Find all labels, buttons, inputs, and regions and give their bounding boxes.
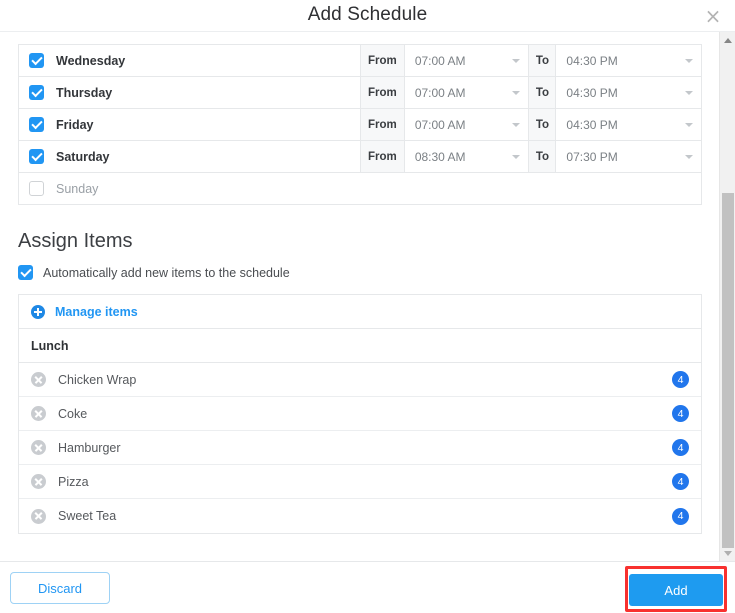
add-schedule-modal: Add Schedule × Wednesday From 07:00 AM T…	[0, 0, 735, 613]
table-row[interactable]: Saturday From 08:30 AM To 07:30 PM	[19, 141, 701, 173]
to-label: To	[528, 109, 557, 140]
to-time-select[interactable]: 07:30 PM	[556, 141, 701, 172]
day-checkbox-thursday[interactable]	[29, 85, 44, 100]
to-time-value: 07:30 PM	[566, 149, 618, 164]
list-item[interactable]: Chicken Wrap 4	[19, 363, 701, 397]
day-name-cell: Saturday	[19, 141, 360, 172]
day-label: Wednesday	[56, 53, 126, 68]
from-label: From	[359, 109, 405, 140]
chevron-down-icon	[685, 154, 693, 159]
from-time-value: 08:30 AM	[414, 149, 466, 164]
auto-add-checkbox[interactable]	[18, 265, 33, 280]
list-item[interactable]: Hamburger 4	[19, 431, 701, 465]
auto-add-label: Automatically add new items to the sched…	[43, 265, 290, 280]
item-quantity-badge[interactable]: 4	[672, 371, 689, 388]
from-time-value: 07:00 AM	[414, 117, 466, 132]
item-name: Hamburger	[58, 440, 121, 455]
assign-items-table: Manage items Lunch Chicken Wrap 4 Coke 4…	[18, 294, 702, 534]
vertical-scrollbar[interactable]	[719, 32, 735, 561]
table-row[interactable]: Wednesday From 07:00 AM To 04:30 PM	[19, 45, 701, 77]
item-name: Pizza	[58, 474, 89, 489]
empty-time-cells	[361, 173, 701, 204]
chevron-down-icon	[512, 90, 521, 95]
day-label: Thursday	[56, 85, 113, 100]
from-time-value: 07:00 AM	[414, 85, 466, 100]
chevron-down-icon	[512, 154, 521, 159]
from-time-select[interactable]: 07:00 AM	[405, 77, 529, 108]
item-name: Sweet Tea	[58, 509, 117, 523]
item-name: Chicken Wrap	[58, 372, 137, 387]
table-row[interactable]: Friday From 07:00 AM To 04:30 PM	[19, 109, 701, 141]
to-time-value: 04:30 PM	[566, 53, 618, 68]
remove-item-icon[interactable]	[31, 406, 46, 421]
from-label: From	[359, 45, 405, 76]
from-label: From	[359, 141, 405, 172]
list-item[interactable]: Sweet Tea 4	[19, 499, 701, 533]
page-title: Add Schedule	[307, 4, 428, 25]
chevron-down-icon	[512, 58, 521, 63]
plus-circle-icon	[31, 304, 45, 319]
item-quantity-badge[interactable]: 4	[672, 473, 689, 490]
item-name: Coke	[58, 406, 88, 421]
day-checkbox-friday[interactable]	[29, 117, 44, 132]
day-name-cell: Friday	[19, 109, 360, 140]
list-item[interactable]: Pizza 4	[19, 465, 701, 499]
table-row[interactable]: Thursday From 07:00 AM To 04:30 PM	[19, 77, 701, 109]
day-checkbox-wednesday[interactable]	[29, 53, 44, 68]
chevron-down-icon	[685, 90, 693, 95]
item-quantity-badge[interactable]: 4	[672, 439, 689, 456]
chevron-down-icon	[685, 58, 693, 63]
schedule-days-table: Wednesday From 07:00 AM To 04:30 PM Thur…	[18, 44, 702, 205]
modal-body: Wednesday From 07:00 AM To 04:30 PM Thur…	[0, 32, 735, 561]
add-button[interactable]: Add	[629, 574, 723, 606]
remove-item-icon[interactable]	[31, 440, 46, 455]
remove-item-icon[interactable]	[31, 508, 46, 524]
chevron-down-icon	[512, 122, 521, 127]
from-time-value: 07:00 AM	[414, 53, 466, 68]
to-time-value: 04:30 PM	[566, 85, 618, 100]
close-icon[interactable]: ×	[701, 4, 725, 28]
table-row[interactable]: Sunday	[19, 173, 701, 205]
to-time-value: 04:30 PM	[566, 117, 618, 132]
manage-items-button[interactable]: Manage items	[19, 295, 701, 329]
remove-item-icon[interactable]	[31, 372, 46, 387]
item-quantity-badge[interactable]: 4	[672, 405, 689, 422]
chevron-down-icon	[685, 122, 693, 127]
remove-item-icon[interactable]	[31, 474, 46, 489]
day-checkbox-saturday[interactable]	[29, 149, 44, 164]
discard-button[interactable]: Discard	[10, 572, 110, 604]
day-label: Saturday	[56, 149, 110, 164]
to-time-select[interactable]: 04:30 PM	[556, 77, 701, 108]
to-label: To	[528, 141, 557, 172]
assign-items-heading: Assign Items	[18, 230, 133, 252]
to-time-select[interactable]: 04:30 PM	[556, 109, 701, 140]
to-time-select[interactable]: 04:30 PM	[556, 45, 701, 76]
day-label: Sunday	[56, 181, 99, 196]
scroll-down-arrow-icon[interactable]	[720, 545, 735, 561]
day-name-cell: Sunday	[19, 173, 361, 204]
item-quantity-badge[interactable]: 4	[672, 507, 689, 525]
day-name-cell: Thursday	[19, 77, 360, 108]
day-label: Friday	[56, 117, 94, 132]
manage-items-label: Manage items	[55, 304, 138, 319]
from-label: From	[359, 77, 405, 108]
from-time-select[interactable]: 07:00 AM	[405, 45, 529, 76]
day-checkbox-sunday[interactable]	[29, 181, 44, 196]
scrollbar-thumb[interactable]	[722, 193, 734, 548]
to-label: To	[528, 77, 557, 108]
item-group-header: Lunch	[19, 329, 701, 363]
to-label: To	[528, 45, 557, 76]
modal-header: Add Schedule ×	[0, 0, 735, 32]
from-time-select[interactable]: 08:30 AM	[405, 141, 529, 172]
modal-footer: Discard Add	[0, 561, 735, 613]
list-item[interactable]: Coke 4	[19, 397, 701, 431]
from-time-select[interactable]: 07:00 AM	[405, 109, 529, 140]
day-name-cell: Wednesday	[19, 45, 360, 76]
auto-add-row[interactable]: Automatically add new items to the sched…	[18, 265, 290, 280]
scroll-up-arrow-icon[interactable]	[720, 32, 735, 48]
